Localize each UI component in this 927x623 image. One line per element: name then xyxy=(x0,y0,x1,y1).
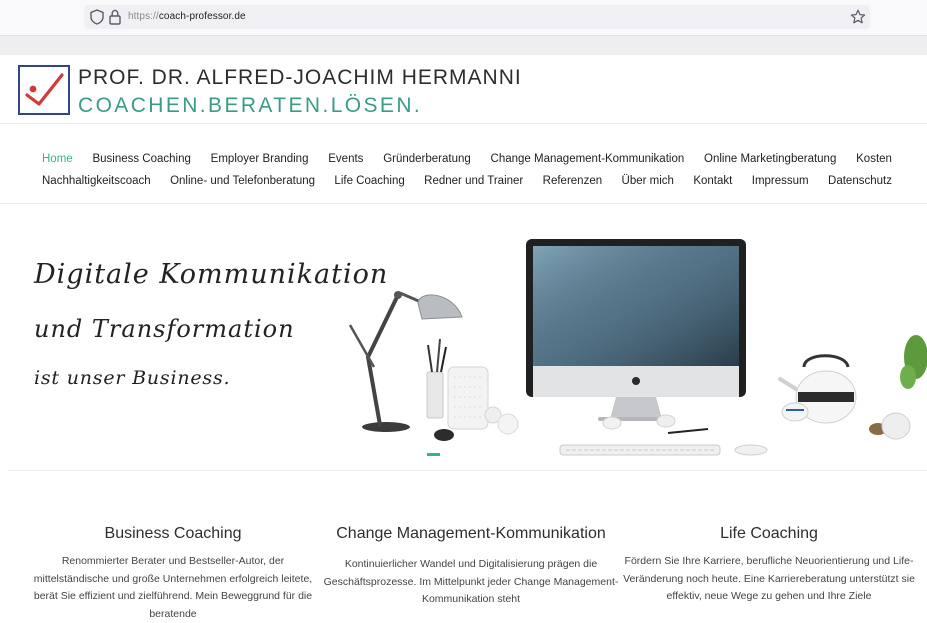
nav-item-employer-branding[interactable]: Employer Branding xyxy=(211,153,309,171)
browser-spacer xyxy=(0,35,927,55)
main-nav-row-1: Home Business Coaching Employer Branding… xyxy=(42,153,892,171)
service-change-management: Change Management-Kommunikation Kontinui… xyxy=(321,523,621,609)
url-host: coach-professor.de xyxy=(158,11,246,22)
service-title[interactable]: Business Coaching xyxy=(23,523,323,545)
main-nav-row-2: Nachhaltigkeitscoach Online- und Telefon… xyxy=(42,175,892,193)
service-life-coaching: Life Coaching Fördern Sie Ihre Karriere,… xyxy=(619,523,919,606)
service-title[interactable]: Change Management-Kommunikation xyxy=(321,523,621,545)
keyboard-icon xyxy=(559,444,721,456)
pencil-cup-icon xyxy=(426,338,447,419)
browser-toolbar: https://coach-professor.de xyxy=(0,0,927,35)
service-business-coaching: Business Coaching Renommierter Berater u… xyxy=(23,523,323,623)
ceramic-vase-icon xyxy=(447,366,489,430)
nav-item-redner-trainer[interactable]: Redner und Trainer xyxy=(424,175,523,193)
nav-item-ueber-mich[interactable]: Über mich xyxy=(622,175,674,193)
nav-item-datenschutz[interactable]: Datenschutz xyxy=(828,175,892,193)
url-text[interactable]: https://coach-professor.de xyxy=(128,11,246,22)
header-divider xyxy=(0,123,927,124)
imac-monitor-icon xyxy=(526,239,746,421)
bookmark-star-icon[interactable] xyxy=(849,8,867,26)
nav-divider xyxy=(0,203,927,204)
hero-divider xyxy=(8,470,927,471)
nav-item-life-coaching[interactable]: Life Coaching xyxy=(334,175,404,193)
nav-item-kontakt[interactable]: Kontakt xyxy=(693,175,732,193)
nav-item-referenzen[interactable]: Referenzen xyxy=(543,175,602,193)
hero-headline-line-1: Digitale Kommunikation xyxy=(34,259,389,290)
nav-item-online-marketing[interactable]: Online Marketingberatung xyxy=(704,153,836,171)
hero-slider[interactable]: Digitale Kommunikation und Transformatio… xyxy=(8,207,927,469)
nav-item-business-coaching[interactable]: Business Coaching xyxy=(92,153,190,171)
service-description: Renommierter Berater und Bestseller-Auto… xyxy=(33,555,313,620)
plant-icon xyxy=(900,335,927,389)
hero-headline-line-3: ist unser Business. xyxy=(34,367,231,389)
nav-item-nachhaltigkeitscoach[interactable]: Nachhaltigkeitscoach xyxy=(42,175,151,193)
site-tagline: COACHEN.BERATEN.LÖSEN. xyxy=(78,94,423,117)
slider-indicator[interactable] xyxy=(427,453,440,456)
shield-icon[interactable] xyxy=(88,8,106,26)
site-logo[interactable] xyxy=(18,65,70,115)
url-protocol: https:// xyxy=(128,11,159,22)
service-description: Fördern Sie Ihre Karriere, berufliche Ne… xyxy=(623,555,915,602)
nav-item-kosten[interactable]: Kosten xyxy=(856,153,892,171)
lock-icon[interactable] xyxy=(107,8,123,26)
service-description: Kontinuierlicher Wandel und Digitalisier… xyxy=(323,558,619,605)
nav-item-impressum[interactable]: Impressum xyxy=(752,175,809,193)
nav-item-home[interactable]: Home xyxy=(42,153,73,171)
hero-headline-line-2: und Transformation xyxy=(34,315,295,343)
checkmark-logo-icon xyxy=(25,73,64,106)
service-title[interactable]: Life Coaching xyxy=(619,523,919,545)
nav-item-gruenderberatung[interactable]: Gründerberatung xyxy=(383,153,471,171)
desk-lamp-icon xyxy=(348,291,463,432)
nav-item-events[interactable]: Events xyxy=(328,153,363,171)
nav-item-online-telefonberatung[interactable]: Online- und Telefonberatung xyxy=(170,175,315,193)
site-owner-name[interactable]: PROF. DR. ALFRED-JOACHIM HERMANNI xyxy=(78,66,522,90)
nav-item-change-management[interactable]: Change Management-Kommunikation xyxy=(491,153,685,171)
